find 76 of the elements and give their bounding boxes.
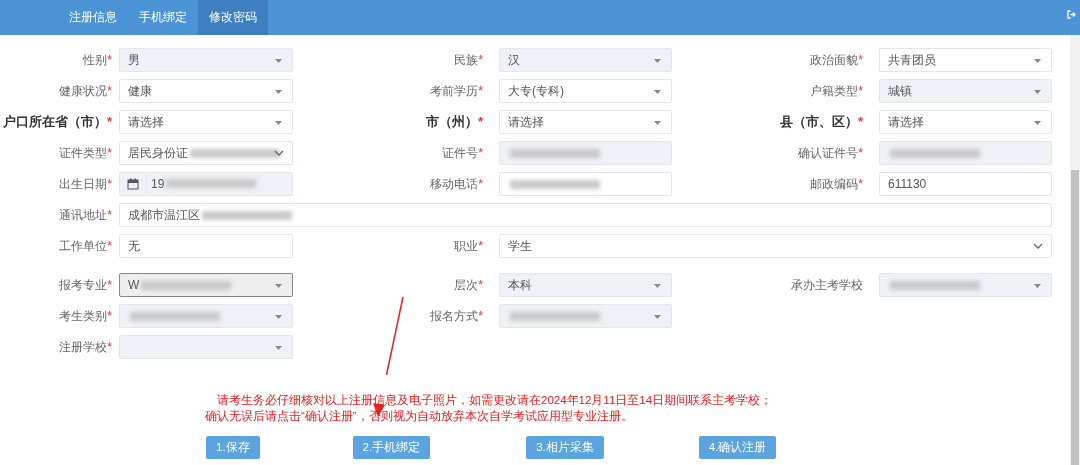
field-value: 城镇 (888, 82, 912, 100)
dropdown-caret-icon (275, 90, 282, 94)
dropdown-field[interactable]: 健康 (119, 79, 293, 103)
dropdown-caret-icon (275, 121, 282, 125)
input-field[interactable]: 无 (119, 234, 293, 258)
field-label: 通讯地址* (59, 206, 113, 224)
field-value: 请选择 (888, 113, 924, 131)
field-value: 大专(专科) (508, 82, 564, 100)
field-label: 市（州）* (425, 113, 484, 131)
dropdown-caret-icon (275, 284, 282, 288)
dropdown-caret-icon (654, 284, 661, 288)
field-label: 考前学历* (430, 82, 484, 100)
field-value: 共青团员 (888, 51, 936, 69)
notice-text: 请考生务必仔细核对以上注册信息及电子照片，如需更改请在2024年12月11日至14日期间联系主考学校； (216, 393, 773, 408)
field-value: 无 (128, 237, 140, 255)
field-value: 请选择 (508, 113, 544, 131)
input-field[interactable]: 成都市温江区 (119, 203, 1052, 227)
field-value: 汉 (508, 51, 520, 69)
dropdown-caret-icon (275, 59, 282, 63)
field-value: 男 (128, 51, 140, 69)
chevron-down-icon (1033, 243, 1043, 249)
notice-text: 确认无误后请点击“确认注册”，否则视为自动放弃本次自学考试应用型专业注册。 (205, 409, 634, 424)
dropdown-caret-icon (1034, 59, 1041, 63)
field-label: 承办主考学校 (791, 276, 864, 294)
field-label: 民族* (454, 51, 484, 69)
field-label: 报名方式* (430, 307, 484, 325)
field-label: 户籍类型* (810, 82, 864, 100)
dropdown-field[interactable]: 共青团员 (879, 48, 1052, 72)
field-value: W (128, 278, 140, 292)
field-label: 注册学校* (59, 338, 113, 356)
dropdown-field[interactable]: 居民身份证 (119, 141, 293, 165)
input-field[interactable] (499, 172, 672, 196)
field-value: 611130 (888, 177, 927, 191)
field-label: 出生日期* (59, 175, 113, 193)
field-label: 职业* (454, 237, 484, 255)
dropdown-field[interactable]: 请选择 (499, 110, 672, 134)
field-value: 成都市温江区 (128, 206, 200, 224)
field-label: 政治面貌* (810, 51, 864, 69)
dropdown-caret-icon (1034, 90, 1041, 94)
field-label: 报考专业* (59, 276, 113, 294)
field-label: 移动电话* (430, 175, 484, 193)
field-value: 19 (151, 177, 165, 191)
scrollbar-thumb[interactable] (1071, 170, 1079, 465)
field-value: 居民身份证 (128, 144, 188, 162)
dropdown-field[interactable]: 大专(专科) (499, 79, 672, 103)
logout-icon[interactable] (1067, 10, 1076, 19)
field-label: 层次* (454, 276, 484, 294)
field-label: 工作单位* (59, 237, 113, 255)
field-label: 性别* (83, 51, 113, 69)
dropdown-caret-icon (654, 90, 661, 94)
field-label: 邮政编码* (810, 175, 864, 193)
dropdown-caret-icon (1034, 121, 1041, 125)
field-label: 考生类别* (59, 307, 113, 325)
field-value: 本科 (508, 276, 532, 294)
nav-tab[interactable]: 修改密码 (198, 0, 268, 35)
dropdown-caret-icon (654, 315, 661, 319)
field-value: 健康 (128, 82, 152, 100)
dropdown-caret-icon (275, 346, 282, 350)
dropdown-field[interactable]: 请选择 (879, 110, 1052, 134)
dropdown-caret-icon (654, 59, 661, 63)
dropdown-caret-icon (654, 121, 661, 125)
dropdown-caret-icon (275, 315, 282, 319)
dropdown-field[interactable]: 学生 (499, 234, 1052, 258)
field-value: 学生 (508, 237, 532, 255)
dropdown-caret-icon (1034, 284, 1041, 288)
field-label: 证件号* (442, 144, 484, 162)
dropdown-field[interactable]: 请选择 (119, 110, 293, 134)
field-label: 证件类型* (59, 144, 113, 162)
field-label: 户口所在省（市）* (2, 113, 113, 131)
field-label: 健康状况* (59, 82, 113, 100)
chevron-down-icon (274, 150, 284, 156)
input-field[interactable]: 611130 (879, 172, 1052, 196)
field-label: 县（市、区）* (779, 113, 864, 131)
field-label: 确认证件号* (798, 144, 864, 162)
scrollbar[interactable] (1070, 35, 1080, 465)
field-value: 请选择 (128, 113, 164, 131)
